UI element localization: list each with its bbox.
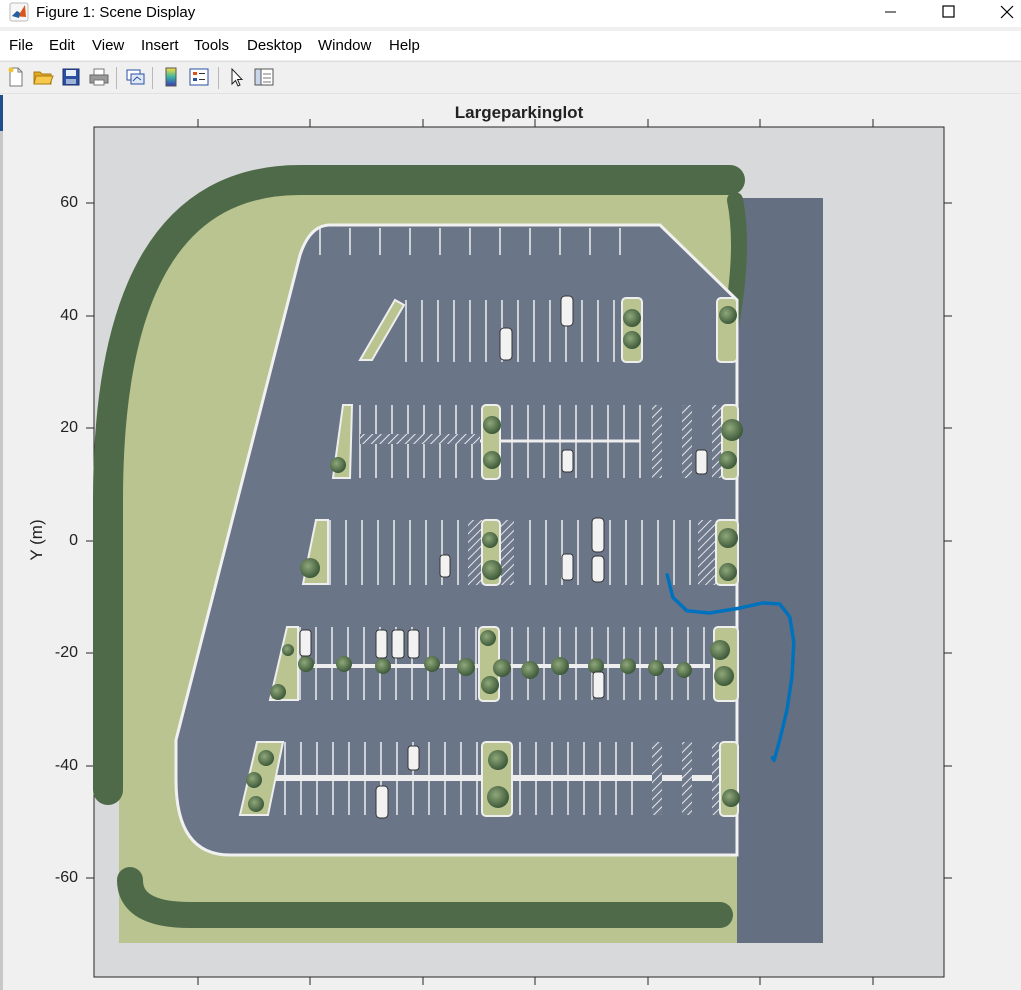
parking-lot-scene-image bbox=[93, 165, 823, 943]
side-road bbox=[737, 198, 823, 943]
scene-plot[interactable] bbox=[0, 0, 1021, 990]
